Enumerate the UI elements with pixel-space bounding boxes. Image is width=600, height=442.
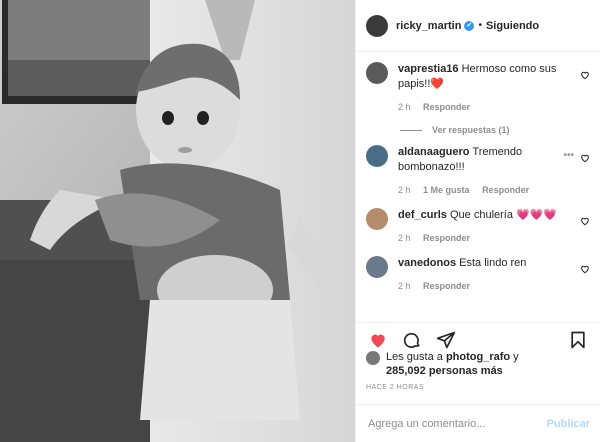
comment-meta: 2 h Responder [398, 231, 557, 246]
post-photo[interactable] [0, 0, 355, 442]
comment-username[interactable]: def_curls [398, 209, 447, 221]
comment-meta: 2 h Responder [398, 279, 526, 294]
likes-text: Les gusta a photog_rafo y 285,092 person… [386, 350, 519, 378]
commenter-avatar[interactable] [366, 256, 388, 278]
heart-outline-icon[interactable] [580, 70, 590, 82]
liker-avatar[interactable] [366, 351, 380, 365]
comment-meta: 2 h 1 Me gusta Responder [398, 183, 570, 198]
reply-button[interactable]: Responder [423, 281, 470, 291]
commenter-avatar[interactable] [366, 145, 388, 167]
view-replies-label: Ver respuestas (1) [432, 125, 510, 135]
publish-button[interactable]: Publicar [547, 418, 590, 430]
liker-username[interactable]: photog_rafo [446, 351, 510, 363]
view-replies-button[interactable]: Ver respuestas (1) [356, 115, 600, 135]
comment-body: vanedonos Esta lindo ren 2 h Responder [398, 256, 526, 294]
likes-count[interactable]: 285,092 personas más [386, 365, 503, 377]
commenter-avatar[interactable] [366, 62, 388, 84]
heart-outline-icon[interactable] [580, 153, 590, 165]
following-button[interactable]: Siguiendo [486, 20, 539, 32]
bookmark-icon[interactable] [566, 328, 590, 352]
comment-body: aldanaaguero Tremendo bombonazo!!! 2 h 1… [398, 145, 570, 198]
likes-connector: y [513, 351, 519, 363]
comment-icon[interactable] [400, 328, 424, 352]
author-avatar[interactable] [366, 14, 388, 37]
comment-item: aldanaaguero Tremendo bombonazo!!! 2 h 1… [356, 135, 600, 198]
comment-time[interactable]: 2 h [398, 233, 411, 243]
share-icon[interactable] [434, 328, 458, 352]
comment-body: def_curls Que chulería 💗💗💗 2 h Responder [398, 208, 557, 246]
heart-filled-icon[interactable] [366, 328, 390, 352]
separator-dot: • [478, 20, 482, 31]
comment-time[interactable]: 2 h [398, 185, 411, 195]
reply-button[interactable]: Responder [423, 102, 470, 112]
post-side-panel: ricky_martin ✔ • Siguiendo vaprestia16 H… [355, 0, 600, 442]
comment-input[interactable] [366, 416, 547, 431]
comment-username[interactable]: vanedonos [398, 257, 456, 269]
verified-badge-icon: ✔ [464, 20, 475, 31]
comment-username[interactable]: aldanaaguero [398, 146, 470, 158]
post-photo-illustration [0, 0, 355, 442]
comment-body: vaprestia16 Hermoso como sus papis!!❤️ 2… [398, 62, 570, 115]
comments-list: vaprestia16 Hermoso como sus papis!!❤️ 2… [356, 52, 600, 322]
instagram-post-modal: ricky_martin ✔ • Siguiendo vaprestia16 H… [0, 0, 600, 442]
comment-item: vaprestia16 Hermoso como sus papis!!❤️ 2… [356, 52, 600, 115]
reply-button[interactable]: Responder [423, 233, 470, 243]
post-timestamp[interactable]: HACE 2 HORAS [366, 384, 424, 391]
comment-time[interactable]: 2 h [398, 281, 411, 291]
comment-likes[interactable]: 1 Me gusta [423, 185, 470, 195]
comment-text: Que chulería 💗💗💗 [449, 209, 558, 221]
comment-item: def_curls Que chulería 💗💗💗 2 h Responder [356, 198, 600, 246]
replies-divider [400, 129, 422, 131]
comment-text: Esta lindo ren [459, 257, 527, 269]
comment-item: vanedonos Esta lindo ren 2 h Responder [356, 246, 600, 294]
comment-username[interactable]: vaprestia16 [398, 63, 459, 75]
add-comment-bar: Publicar [356, 404, 600, 442]
heart-outline-icon[interactable] [580, 264, 590, 276]
heart-outline-icon[interactable] [580, 216, 590, 228]
comment-meta: 2 h Responder [398, 100, 570, 115]
post-header: ricky_martin ✔ • Siguiendo [356, 0, 600, 52]
likes-summary: Les gusta a photog_rafo y 285,092 person… [366, 350, 590, 378]
likes-prefix: Les gusta a [386, 351, 443, 363]
more-icon[interactable]: ••• [563, 150, 574, 161]
author-username[interactable]: ricky_martin [396, 20, 461, 32]
commenter-avatar[interactable] [366, 208, 388, 230]
comment-time[interactable]: 2 h [398, 102, 411, 112]
reply-button[interactable]: Responder [482, 185, 529, 195]
